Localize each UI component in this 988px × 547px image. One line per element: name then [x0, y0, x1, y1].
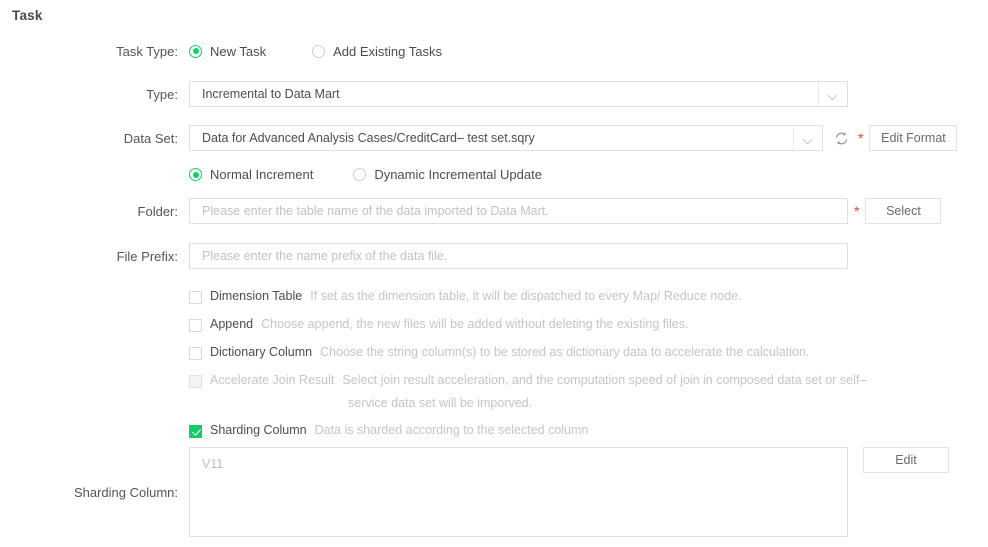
sharding-column-label: Sharding Column:	[0, 485, 178, 500]
checkbox-sharding-column[interactable]: Sharding Column Data is sharded accordin…	[189, 423, 588, 438]
form-row-accelerate-join-result-line2: service data set will be imporved.	[0, 396, 988, 410]
form-row-sharding-column: Sharding Column: V11 Edit	[0, 447, 988, 537]
checkbox-dimension-table-label: Dimension Table	[210, 289, 302, 303]
checkbox-accelerate-join-result-description-line2: service data set will be imporved.	[348, 396, 532, 410]
checkbox-dictionary-column[interactable]: Dictionary Column Choose the string colu…	[189, 345, 809, 360]
checkbox-accelerate-join-result-label: Accelerate Join Result	[210, 373, 334, 387]
radio-new-task-indicator	[189, 45, 202, 58]
checkbox-append-box	[189, 319, 202, 332]
refresh-icon[interactable]	[833, 130, 850, 147]
form-row-type: Type: Incremental to Data Mart	[0, 81, 988, 107]
checkbox-append[interactable]: Append Choose append, the new files will…	[189, 317, 688, 332]
file-prefix-label: File Prefix:	[0, 249, 178, 264]
checkbox-dimension-table[interactable]: Dimension Table If set as the dimension …	[189, 289, 742, 304]
data-set-label: Data Set:	[0, 131, 178, 146]
checkbox-append-description: Choose append, the new files will be add…	[261, 317, 688, 331]
form-row-dimension-table: Dimension Table If set as the dimension …	[0, 289, 988, 304]
checkbox-dictionary-column-label: Dictionary Column	[210, 345, 312, 359]
form-row-accelerate-join-result: Accelerate Join Result Select join resul…	[0, 373, 988, 388]
chevron-down-icon[interactable]	[793, 126, 822, 150]
chevron-down-icon[interactable]	[818, 82, 847, 106]
checkbox-append-label: Append	[210, 317, 253, 331]
form-row-data-set: Data Set: Data for Advanced Analysis Cas…	[0, 125, 988, 151]
radio-dynamic-incremental-update-label: Dynamic Incremental Update	[374, 167, 542, 182]
checkbox-dimension-table-description: If set as the dimension table, it will b…	[310, 289, 742, 303]
radio-new-task[interactable]: New Task	[189, 44, 266, 59]
task-form: Task Type: New Task Add Existing Tasks T…	[0, 36, 988, 537]
sharding-column-textarea-value: V11	[202, 457, 223, 471]
radio-normal-increment-label: Normal Increment	[210, 167, 313, 182]
form-row-sharding-column-toggle: Sharding Column Data is sharded accordin…	[0, 423, 988, 438]
radio-dynamic-incremental-update[interactable]: Dynamic Incremental Update	[353, 167, 542, 182]
checkbox-accelerate-join-result-description: Select join result acceleration, and the…	[342, 373, 866, 387]
checkbox-dictionary-column-description: Choose the string column(s) to be stored…	[320, 345, 809, 359]
checkbox-sharding-column-label: Sharding Column	[210, 423, 307, 437]
radio-normal-increment[interactable]: Normal Increment	[189, 167, 313, 182]
checkbox-dictionary-column-box	[189, 347, 202, 360]
checkbox-sharding-column-description: Data is sharded according to the selecte…	[315, 423, 589, 437]
radio-add-existing-tasks[interactable]: Add Existing Tasks	[312, 44, 442, 59]
checkbox-dimension-table-box	[189, 291, 202, 304]
task-type-label: Task Type:	[0, 44, 178, 59]
file-prefix-input-placeholder: Please enter the name prefix of the data…	[190, 249, 447, 263]
radio-dynamic-incremental-update-indicator	[353, 168, 366, 181]
data-set-select-value: Data for Advanced Analysis Cases/CreditC…	[190, 126, 793, 150]
form-row-folder: Folder: Please enter the table name of t…	[0, 198, 988, 224]
radio-new-task-label: New Task	[210, 44, 266, 59]
type-select[interactable]: Incremental to Data Mart	[189, 81, 848, 107]
folder-label: Folder:	[0, 204, 178, 219]
edit-format-button[interactable]: Edit Format	[869, 125, 957, 151]
page-title: Task	[12, 8, 43, 23]
sharding-column-textarea[interactable]: V11	[189, 447, 848, 537]
checkbox-accelerate-join-result-box	[189, 375, 202, 388]
form-row-file-prefix: File Prefix: Please enter the name prefi…	[0, 243, 988, 269]
form-row-dictionary-column: Dictionary Column Choose the string colu…	[0, 345, 988, 360]
edit-sharding-column-button[interactable]: Edit	[863, 447, 949, 473]
folder-input[interactable]: Please enter the table name of the data …	[189, 198, 848, 224]
checkbox-sharding-column-box	[189, 425, 202, 438]
form-row-task-type: Task Type: New Task Add Existing Tasks	[0, 36, 988, 66]
type-label: Type:	[0, 87, 178, 102]
radio-add-existing-tasks-label: Add Existing Tasks	[333, 44, 442, 59]
data-set-select[interactable]: Data for Advanced Analysis Cases/CreditC…	[189, 125, 823, 151]
file-prefix-input[interactable]: Please enter the name prefix of the data…	[189, 243, 848, 269]
form-row-append: Append Choose append, the new files will…	[0, 317, 988, 332]
form-row-increment-mode: Normal Increment Dynamic Incremental Upd…	[0, 167, 988, 182]
type-select-value: Incremental to Data Mart	[190, 82, 818, 106]
radio-add-existing-tasks-indicator	[312, 45, 325, 58]
select-button[interactable]: Select	[865, 198, 941, 224]
data-set-required-marker: *	[858, 125, 863, 151]
checkbox-accelerate-join-result: Accelerate Join Result Select join resul…	[189, 373, 866, 388]
folder-required-marker: *	[854, 198, 859, 224]
radio-normal-increment-indicator	[189, 168, 202, 181]
folder-input-placeholder: Please enter the table name of the data …	[190, 204, 549, 218]
